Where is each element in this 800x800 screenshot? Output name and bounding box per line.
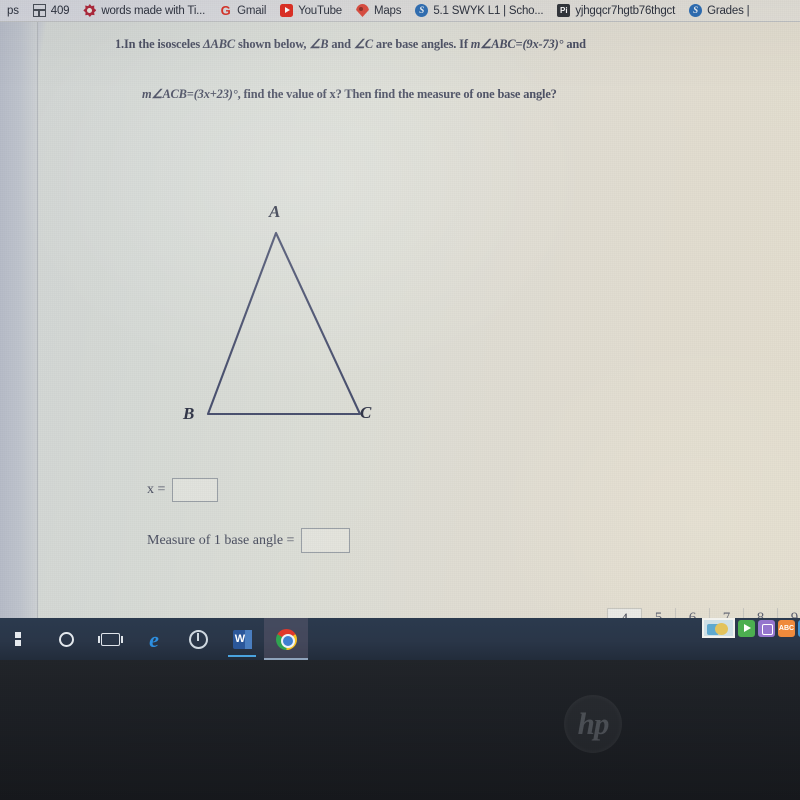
document-viewport[interactable]: 1.In the isosceles ΔABC shown below, ∠B … <box>0 22 800 660</box>
grid-icon <box>32 4 46 17</box>
bookmark-label: ps <box>7 4 19 17</box>
word-icon-letter: W <box>234 632 246 645</box>
bookmark-grades[interactable]: S Grades | <box>682 0 756 22</box>
question-text: and <box>328 37 354 51</box>
start-button[interactable] <box>0 618 44 660</box>
bookmark-label: 5.1 SWYK L1 | Scho... <box>433 4 544 17</box>
question-line-2: m∠ACB=(3x+23)°, find the value of x? The… <box>142 86 557 102</box>
viewer-left-gutter <box>0 22 38 660</box>
power-icon <box>188 629 208 649</box>
edge-button[interactable]: e <box>132 618 176 660</box>
bookmark-label: 409 <box>50 4 70 17</box>
base-angle-answer-input[interactable] <box>301 528 351 553</box>
angle-b-symbol: ∠B <box>309 37 329 51</box>
zoom-icon[interactable] <box>758 619 775 637</box>
bookmark-words-made-with-ti[interactable]: words made with Ti... <box>76 0 212 22</box>
schoology-icon: S <box>689 4 703 17</box>
bookmark-youtube[interactable]: YouTube <box>273 0 349 22</box>
question-text: and <box>563 37 586 51</box>
bookmark-label: YouTube <box>298 4 342 17</box>
isosceles-triangle-figure: A B C <box>139 163 419 453</box>
map-pin-icon <box>355 4 369 17</box>
edge-icon: e <box>149 626 159 652</box>
word-icon: W <box>232 629 252 649</box>
bookmark-label: Gmail <box>237 4 267 17</box>
bookmarks-bar: ps 409 words made with Ti... G Gmail You… <box>0 0 800 22</box>
question-text: , find the value of x? Then find the mea… <box>237 87 557 101</box>
base-angle-answer-label: Measure of 1 base angle = <box>147 532 295 548</box>
bookmark-label: Grades | <box>707 4 750 17</box>
bookmark-apps[interactable]: ps <box>0 0 26 22</box>
pi-icon: Pi <box>557 4 571 17</box>
x-answer-row: x = <box>147 478 219 502</box>
hp-logo: hp <box>564 695 622 753</box>
play-icon[interactable] <box>738 619 755 637</box>
vertex-label-b: B <box>183 404 195 423</box>
laptop-photo: ps 409 words made with Ti... G Gmail You… <box>0 0 800 800</box>
bookmark-label: yjhgqcr7hgtb76thgct <box>575 4 676 17</box>
chrome-button[interactable] <box>264 618 308 660</box>
image-thumbnail-icon[interactable] <box>702 618 735 638</box>
laptop-bezel: hp <box>0 660 800 800</box>
flower-icon <box>83 4 97 17</box>
gmail-icon: G <box>220 3 231 18</box>
bookmark-409[interactable]: 409 <box>26 0 77 22</box>
schoology-icon: S <box>415 4 429 17</box>
vertex-label-a: A <box>269 202 281 221</box>
angle-acb-expression: m∠ACB=(3x+23)° <box>142 87 238 101</box>
bookmark-gmail[interactable]: G Gmail <box>212 0 273 22</box>
x-answer-label: x = <box>147 482 166 497</box>
triangle-shape <box>206 231 362 416</box>
bookmark-swyk-schoology[interactable]: S 5.1 SWYK L1 | Scho... <box>408 0 550 22</box>
x-answer-input[interactable] <box>172 478 219 502</box>
bookmark-maps[interactable]: Maps <box>349 0 408 22</box>
cortana-button[interactable] <box>44 618 88 660</box>
task-view-icon <box>97 632 123 646</box>
vertex-label-c: C <box>360 403 372 422</box>
angle-c-symbol: ∠C <box>353 37 373 51</box>
windows-taskbar: e W <box>0 618 800 660</box>
bookmark-label: words made with Ti... <box>101 4 206 17</box>
power-button[interactable] <box>176 618 220 660</box>
word-button[interactable]: W <box>220 618 264 660</box>
angle-abc-expression: m∠ABC=(9x-73)° <box>470 37 564 51</box>
bookmark-label: Maps <box>373 4 402 17</box>
app-dock: ABC <box>702 618 800 638</box>
bookmark-random-string[interactable]: Pi yjhgqcr7hgtb76thgct <box>550 0 682 22</box>
question-number: 1. <box>115 37 124 51</box>
youtube-icon <box>280 4 294 17</box>
laptop-screen: ps 409 words made with Ti... G Gmail You… <box>0 0 800 660</box>
windows-logo-icon <box>14 631 30 647</box>
base-angle-answer-row: Measure of 1 base angle = <box>147 528 351 553</box>
worksheet-page: 1.In the isosceles ΔABC shown below, ∠B … <box>39 23 800 660</box>
chrome-icon <box>275 628 297 650</box>
abc-icon[interactable]: ABC <box>778 619 795 637</box>
task-view-button[interactable] <box>88 618 132 660</box>
triangle-abc-symbol: ΔABC <box>203 37 235 51</box>
question-line-1: 1.In the isosceles ΔABC shown below, ∠B … <box>115 36 586 52</box>
cortana-circle-icon <box>58 631 74 647</box>
question-text: shown below, <box>235 37 310 51</box>
question-text: In the isosceles <box>124 37 204 51</box>
question-text: are base angles. If <box>372 37 471 51</box>
